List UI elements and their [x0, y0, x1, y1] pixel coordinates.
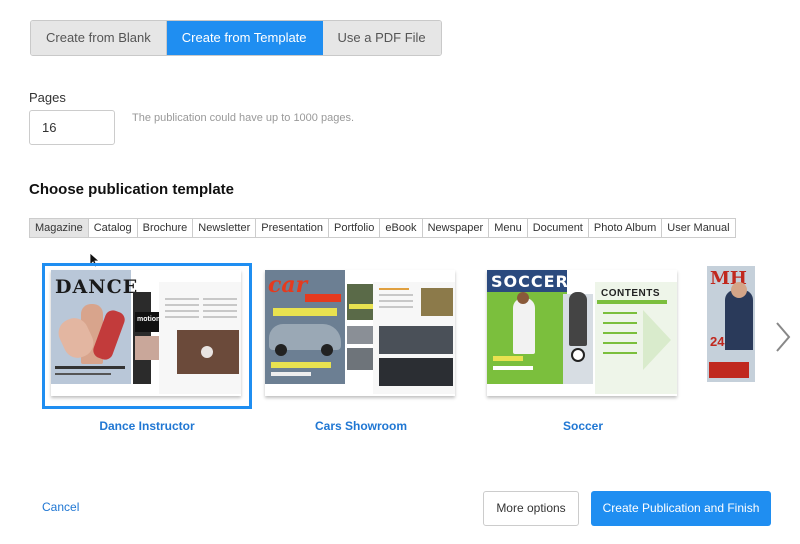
section-title: Choose publication template — [29, 181, 235, 198]
magazine-spread-image: SOCCER CONTENTS — [487, 270, 677, 396]
category-tab-menu[interactable]: Menu — [489, 219, 528, 237]
pages-hint: The publication could have up to 1000 pa… — [132, 112, 354, 124]
magazine-cover-image: MH 24 — [707, 266, 755, 382]
magazine-spread-image: car — [265, 270, 455, 396]
pages-label: Pages — [29, 90, 66, 105]
template-name[interactable]: Cars Showroom — [259, 419, 463, 433]
category-tab-portfolio[interactable]: Portfolio — [329, 219, 381, 237]
category-tab-catalog[interactable]: Catalog — [88, 219, 138, 237]
create-publication-button[interactable]: Create Publication and Finish — [591, 491, 771, 526]
category-tab-brochure[interactable]: Brochure — [137, 219, 194, 237]
template-card-partial[interactable]: MH 24 — [701, 266, 755, 396]
magazine-cover-image: car — [265, 270, 345, 384]
cancel-link[interactable]: Cancel — [42, 500, 79, 514]
template-card-dance-instructor[interactable]: DANCE motion Dance Instructor — [42, 263, 252, 433]
category-tabs: Magazine Catalog Brochure Newsletter Pre… — [29, 218, 736, 238]
template-thumbnail[interactable]: car — [259, 266, 463, 406]
tab-create-from-blank[interactable]: Create from Blank — [31, 21, 167, 55]
chevron-right-icon[interactable] — [772, 320, 794, 354]
template-card-cars-showroom[interactable]: car Cars Showroom — [259, 266, 463, 433]
template-card-soccer[interactable]: SOCCER CONTENTS Soccer — [481, 266, 685, 433]
category-tab-newspaper[interactable]: Newspaper — [422, 219, 490, 237]
template-name[interactable]: Dance Instructor — [45, 419, 249, 433]
tab-create-from-template[interactable]: Create from Template — [166, 21, 323, 55]
category-tab-magazine[interactable]: Magazine — [30, 219, 89, 237]
category-tab-presentation[interactable]: Presentation — [256, 219, 329, 237]
more-options-button[interactable]: More options — [483, 491, 579, 526]
category-tab-newsletter[interactable]: Newsletter — [193, 219, 257, 237]
category-tab-user-manual[interactable]: User Manual — [662, 219, 735, 237]
category-tab-ebook[interactable]: eBook — [380, 219, 423, 237]
template-name[interactable]: Soccer — [481, 419, 685, 433]
cover-title: DANCE — [55, 276, 139, 298]
template-thumbnail[interactable]: DANCE motion — [42, 263, 252, 409]
template-thumbnail[interactable]: SOCCER CONTENTS — [481, 266, 685, 406]
source-mode-tabs: Create from Blank Create from Template U… — [30, 20, 442, 56]
category-tab-document[interactable]: Document — [527, 219, 589, 237]
magazine-cover-image: DANCE — [51, 270, 137, 384]
cover-title: car — [268, 272, 308, 298]
pages-input[interactable] — [29, 110, 115, 145]
category-tab-photo-album[interactable]: Photo Album — [588, 219, 663, 237]
magazine-spread-image: DANCE motion — [51, 270, 241, 396]
tab-use-pdf-file[interactable]: Use a PDF File — [322, 21, 441, 55]
magazine-cover-image: SOCCER — [487, 270, 569, 384]
cover-title: SOCCER — [491, 272, 569, 291]
